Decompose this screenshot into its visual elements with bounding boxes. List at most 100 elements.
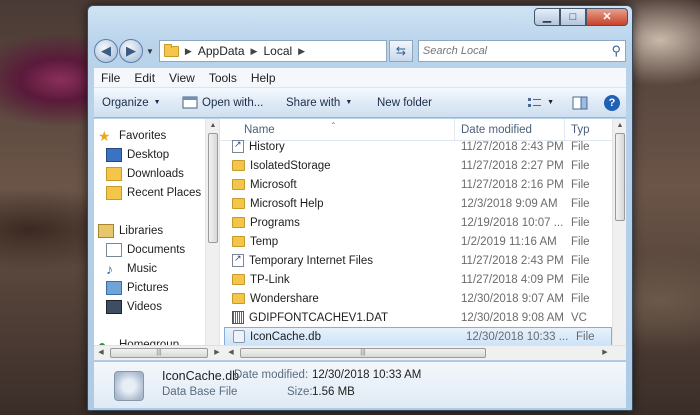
horizontal-scrollbar[interactable]: ◀ ||| ▶ ◀ ||| ▶ xyxy=(94,345,626,360)
details-date-value: 12/30/2018 10:33 AM xyxy=(312,369,422,381)
file-name: Temp xyxy=(250,235,279,248)
recent-pages-dropdown[interactable]: ▼ xyxy=(146,47,154,56)
folder-icon xyxy=(163,43,179,57)
table-row[interactable]: Microsoft 11/27/2018 2:16 PM File xyxy=(220,175,612,194)
share-with-label: Share with xyxy=(286,96,341,109)
refresh-button[interactable]: ⇆ xyxy=(388,40,413,62)
details-file-name: IconCache.db xyxy=(162,369,240,383)
file-date: 12/30/2018 9:08 AM xyxy=(461,311,564,324)
search-box[interactable]: ⚲ xyxy=(417,40,626,62)
caption-buttons: ▁ □ ✕ xyxy=(534,8,628,26)
nav-item-libraries[interactable]: Libraries xyxy=(98,224,163,238)
file-type: File xyxy=(571,235,590,248)
table-row-selected[interactable]: IconCache.db 12/30/2018 10:33 ... File xyxy=(224,327,612,346)
star-icon: ★ xyxy=(98,128,111,144)
view-controls: ▼ ? xyxy=(527,94,626,111)
menu-view[interactable]: View xyxy=(169,71,195,85)
new-folder-label: New folder xyxy=(377,96,432,109)
file-list: ⌃ Name Date modified Typ History 11/27/2… xyxy=(220,119,626,360)
table-row[interactable]: Microsoft Help 12/3/2018 9:09 AM File xyxy=(220,194,612,213)
menu-help[interactable]: Help xyxy=(251,71,276,85)
nav-item-music[interactable]: ♪ Music xyxy=(106,262,157,276)
file-date: 11/27/2018 4:09 PM xyxy=(461,273,564,286)
nav-item-favorites[interactable]: ★ Favorites xyxy=(98,129,166,143)
file-list-scrollbar[interactable]: ▲ ▼ xyxy=(612,119,626,360)
menu-tools[interactable]: Tools xyxy=(209,71,237,85)
nav-item-recent-places[interactable]: Recent Places xyxy=(106,186,201,200)
nav-item-pictures[interactable]: Pictures xyxy=(106,281,169,295)
search-icon[interactable]: ⚲ xyxy=(611,43,621,59)
breadcrumb-appdata[interactable]: AppData xyxy=(198,44,245,58)
nav-label: Desktop xyxy=(127,149,170,161)
file-name: TP-Link xyxy=(250,273,290,286)
file-name: Temporary Internet Files xyxy=(249,254,373,267)
documents-icon xyxy=(106,243,122,257)
breadcrumb-separator-icon[interactable]: ▶ xyxy=(251,46,258,57)
back-button[interactable]: ◀ xyxy=(94,39,118,63)
menu-bar: File Edit View Tools Help xyxy=(94,68,626,88)
scroll-left-icon[interactable]: ◀ xyxy=(224,346,238,360)
file-name: GDIPFONTCACHEV1.DAT xyxy=(249,311,389,324)
table-row[interactable]: Wondershare 12/30/2018 9:07 AM File xyxy=(220,289,612,308)
scroll-up-icon[interactable]: ▲ xyxy=(206,119,220,133)
folder-icon xyxy=(232,293,245,304)
share-with-button[interactable]: Share with ▼ xyxy=(286,97,377,109)
file-date: 11/27/2018 2:43 PM xyxy=(461,254,564,267)
maximize-button[interactable]: □ xyxy=(560,8,586,26)
minimize-button[interactable]: ▁ xyxy=(534,8,560,26)
scroll-right-icon[interactable]: ▶ xyxy=(210,346,224,360)
table-row[interactable]: History 11/27/2018 2:43 PM File xyxy=(220,137,612,156)
file-hscroll-thumb[interactable]: ||| xyxy=(240,348,486,358)
file-date: 12/30/2018 9:07 AM xyxy=(461,292,564,305)
preview-pane-icon[interactable] xyxy=(572,96,588,110)
organize-button[interactable]: Organize ▼ xyxy=(102,97,182,109)
breadcrumb-separator-icon[interactable]: ▶ xyxy=(185,46,192,57)
navigation-pane: ★ Favorites Desktop Downloads Recent Pla… xyxy=(94,119,220,360)
menu-file[interactable]: File xyxy=(101,71,120,85)
table-row[interactable]: IsolatedStorage 11/27/2018 2:27 PM File xyxy=(220,156,612,175)
open-with-button[interactable]: Open with... xyxy=(182,96,286,110)
db-file-icon xyxy=(114,371,144,401)
table-row[interactable]: Programs 12/19/2018 10:07 ... File xyxy=(220,213,612,232)
table-row[interactable]: GDIPFONTCACHEV1.DAT 12/30/2018 9:08 AM V… xyxy=(220,308,612,327)
nav-label: Libraries xyxy=(119,225,164,237)
forward-button[interactable]: ▶ xyxy=(119,39,143,63)
close-button[interactable]: ✕ xyxy=(586,8,628,26)
file-name: IsolatedStorage xyxy=(250,159,331,172)
downloads-folder-icon xyxy=(106,167,122,181)
breadcrumb-separator-icon[interactable]: ▶ xyxy=(298,46,305,57)
chevron-down-icon[interactable]: ▼ xyxy=(547,99,554,106)
file-type: VC xyxy=(571,311,587,324)
details-size-value: 1.56 MB xyxy=(312,386,355,398)
menu-edit[interactable]: Edit xyxy=(134,71,155,85)
table-row[interactable]: Temporary Internet Files 11/27/2018 2:43… xyxy=(220,251,612,270)
help-icon[interactable]: ? xyxy=(604,94,620,111)
nav-item-downloads[interactable]: Downloads xyxy=(106,167,184,181)
nav-label: Videos xyxy=(127,301,162,313)
address-bar[interactable]: ▶ AppData ▶ Local ▶ xyxy=(158,40,387,62)
file-date: 12/3/2018 9:09 AM xyxy=(461,197,558,210)
nav-item-documents[interactable]: Documents xyxy=(106,243,185,257)
nav-label: Documents xyxy=(127,244,186,256)
nav-label: Downloads xyxy=(127,168,184,180)
table-row[interactable]: TP-Link 11/27/2018 4:09 PM File xyxy=(220,270,612,289)
search-input[interactable] xyxy=(422,45,612,57)
file-type: File xyxy=(571,197,590,210)
table-row[interactable]: Temp 1/2/2019 11:16 AM File xyxy=(220,232,612,251)
scroll-left-icon[interactable]: ◀ xyxy=(94,346,108,360)
nav-item-videos[interactable]: Videos xyxy=(106,300,162,314)
change-view-icon[interactable] xyxy=(527,96,543,110)
file-date: 1/2/2019 11:16 AM xyxy=(461,235,557,248)
scroll-up-icon[interactable]: ▲ xyxy=(613,119,626,133)
details-file-type: Data Base File xyxy=(162,386,238,398)
scroll-thumb[interactable] xyxy=(615,133,625,221)
nav-hscroll-thumb[interactable]: ||| xyxy=(110,348,208,358)
recent-places-icon xyxy=(106,186,122,200)
nav-item-desktop[interactable]: Desktop xyxy=(106,148,169,162)
nav-scrollbar[interactable]: ▲ ▼ xyxy=(205,119,219,360)
column-name-label: Name xyxy=(244,124,275,136)
breadcrumb-local[interactable]: Local xyxy=(263,44,292,58)
new-folder-button[interactable]: New folder xyxy=(377,97,432,109)
scroll-right-icon[interactable]: ▶ xyxy=(598,346,612,360)
scroll-thumb[interactable] xyxy=(208,133,218,243)
